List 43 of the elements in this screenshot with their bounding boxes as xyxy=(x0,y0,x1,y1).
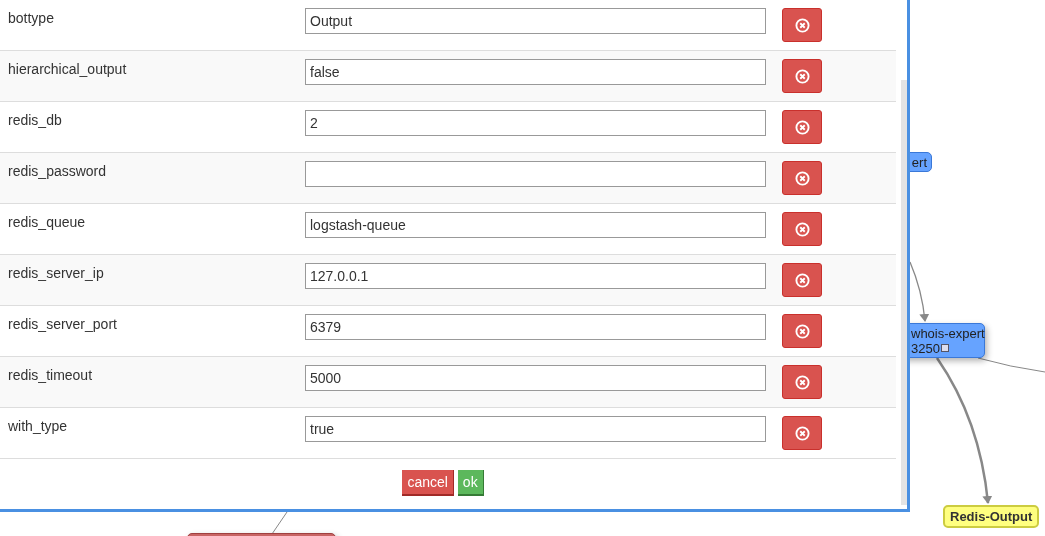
field-label: redis_queue xyxy=(8,213,87,230)
delete-button[interactable] xyxy=(782,161,822,195)
field-label: redis_server_ip xyxy=(8,264,105,281)
input-field[interactable]: 2 xyxy=(305,110,766,136)
delete-button[interactable] xyxy=(782,365,822,399)
input-field[interactable]: 5000 xyxy=(305,365,766,391)
field-label: redis_timeout xyxy=(8,366,94,383)
close-icon xyxy=(794,323,810,339)
input-field[interactable]: logstash-queue xyxy=(305,212,766,238)
graph-node[interactable]: Redis-Output xyxy=(943,505,1040,528)
input-field[interactable]: 127.0.0.1 xyxy=(305,263,766,289)
delete-button[interactable] xyxy=(782,212,822,246)
input-field[interactable]: 6379 xyxy=(305,314,766,340)
edge-line xyxy=(271,511,288,535)
close-icon xyxy=(794,170,810,186)
field-label: redis_password xyxy=(8,162,108,179)
close-icon xyxy=(794,17,810,33)
scrollbar[interactable] xyxy=(901,80,907,505)
field-label: redis_db xyxy=(8,111,63,128)
delete-button[interactable] xyxy=(782,110,822,144)
input-field[interactable] xyxy=(305,161,766,187)
close-icon xyxy=(794,221,810,237)
delete-button[interactable] xyxy=(782,314,822,348)
edge-arrow xyxy=(909,261,930,322)
field-label: bottype xyxy=(8,9,55,26)
close-icon xyxy=(794,374,810,390)
delete-button[interactable] xyxy=(782,59,822,93)
close-icon xyxy=(794,425,810,441)
close-icon xyxy=(794,272,810,288)
cancel-button[interactable]: cancel xyxy=(402,470,454,496)
close-icon xyxy=(794,68,810,84)
field-label: redis_server_port xyxy=(8,315,118,332)
delete-button[interactable] xyxy=(782,263,822,297)
input-field[interactable]: true xyxy=(305,416,766,442)
input-field[interactable]: Output xyxy=(305,8,766,34)
field-label: with_type xyxy=(8,417,69,434)
input-field[interactable]: false xyxy=(305,59,766,85)
expand-icon[interactable] xyxy=(940,344,949,352)
delete-button[interactable] xyxy=(782,416,822,450)
close-icon xyxy=(794,119,810,135)
edge-line xyxy=(977,357,1045,373)
delete-button[interactable] xyxy=(782,8,822,42)
field-label: hierarchical_output xyxy=(8,60,128,77)
